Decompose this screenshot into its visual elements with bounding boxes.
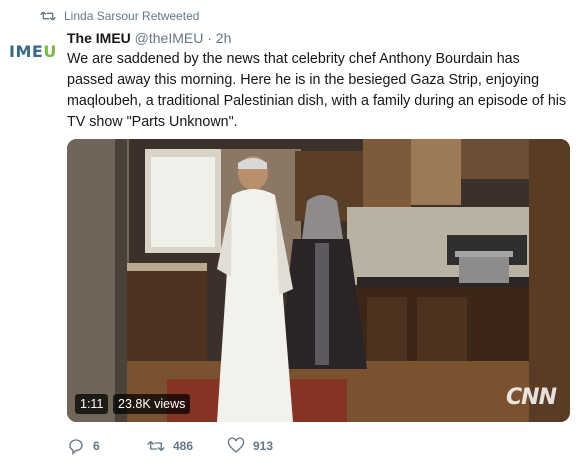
heart-icon [227, 437, 245, 453]
avatar-logo-text: IME [9, 42, 44, 61]
cnn-watermark: CNN [506, 385, 557, 410]
tweet-text: We are saddened by the news that celebri… [67, 51, 567, 130]
video-duration: 1:11 [75, 394, 109, 414]
retweet-button[interactable]: 486 [147, 437, 227, 455]
reply-button[interactable]: 6 [67, 437, 147, 455]
retweet-count: 486 [173, 439, 194, 453]
retweet-icon [40, 11, 56, 21]
reply-count: 6 [93, 439, 100, 453]
retweet-icon [147, 441, 165, 451]
handle[interactable]: @theIMEU [135, 30, 204, 46]
like-count: 913 [253, 439, 274, 453]
tweet-header: The IMEU @theIMEU · 2h [67, 30, 231, 47]
retweet-context[interactable]: Linda Sarsour Retweeted [40, 9, 199, 23]
video-player[interactable]: 1:11 23.8K views CNN [67, 139, 570, 422]
like-button[interactable]: 913 [227, 437, 307, 455]
retweet-label: Linda Sarsour Retweeted [64, 9, 200, 23]
timestamp[interactable]: · 2h [207, 30, 231, 46]
reply-icon [69, 439, 83, 455]
avatar[interactable]: IMEU [9, 42, 57, 66]
video-views: 23.8K views [113, 394, 191, 414]
display-name[interactable]: The IMEU [67, 30, 131, 46]
video-frame [67, 139, 570, 422]
avatar-logo-accent: U [43, 42, 57, 61]
tweet-actions: 6 486 913 [67, 437, 307, 455]
